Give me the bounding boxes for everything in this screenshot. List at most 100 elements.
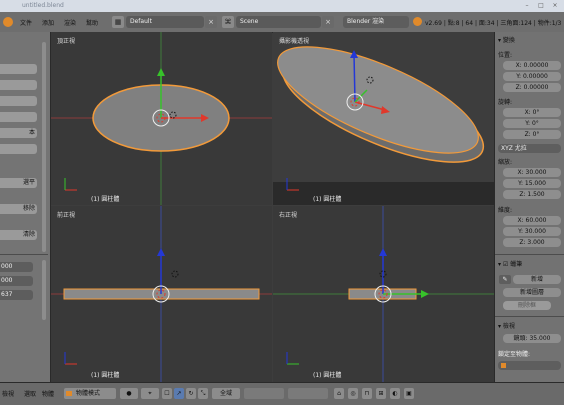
screen-layout-icon[interactable]: ▦ [112, 16, 124, 28]
location-label: 位置: [498, 52, 513, 59]
rotation-x-field[interactable]: X: 0° [503, 108, 561, 117]
blender-logo-icon[interactable] [3, 17, 13, 27]
panel-divider [495, 254, 564, 255]
location-z-field[interactable]: Z: 0.00000 [503, 83, 561, 92]
rotation-z-field[interactable]: Z: 0° [503, 130, 561, 139]
close-icon[interactable]: × [550, 1, 560, 10]
tool-field-1[interactable]: 000 [0, 262, 33, 272]
tool-shelf-divider [0, 254, 48, 255]
lock-to-object-field[interactable] [498, 361, 561, 370]
lock-layers-icon[interactable]: ⌂ [334, 388, 344, 399]
view-lens-field[interactable]: 鏡頭: 35.000 [503, 334, 561, 343]
scale-manipulator-icon[interactable]: ⤡ [198, 388, 208, 399]
rotation-y-field[interactable]: Y: 0° [503, 119, 561, 128]
location-x-field[interactable]: X: 0.00000 [503, 61, 561, 70]
rotate-manipulator-icon[interactable]: ↻ [186, 388, 196, 399]
tool-shelf-scrollbar[interactable] [42, 42, 46, 252]
screen-layout-field[interactable]: Default [126, 16, 204, 28]
dimensions-label: 維度: [498, 207, 513, 214]
viewport-header: 檢視 選取 物體 物體模式 ● ⌖ ☐ ↗ ↻ ⤡ 全域 ⌂ ◎ ⊓ ⊞ ◐ ▣ [0, 382, 564, 405]
tool-field-2[interactable]: 000 [0, 276, 33, 286]
grease-pencil-new-layer-button[interactable]: 新增圖層 [503, 288, 561, 297]
snap-icon[interactable]: ⊓ [362, 388, 372, 399]
menu-render[interactable]: 渲染 [64, 18, 76, 27]
pivot-dropdown[interactable]: ⌖ [141, 388, 159, 399]
location-y-field[interactable]: Y: 0.00000 [503, 72, 561, 81]
dimensions-x-field[interactable]: X: 60.000 [503, 216, 561, 225]
dimensions-y-field[interactable]: Y: 30.000 [503, 227, 561, 236]
view-header[interactable]: ▾ 檢視 [498, 321, 515, 330]
menu-file[interactable]: 文件 [20, 18, 32, 27]
scene-close-icon[interactable]: × [322, 16, 334, 28]
viewport-front-canvas [51, 206, 272, 382]
viewport-front[interactable]: 前正視 (1) 圓柱體 [51, 206, 272, 382]
grease-pencil-header-label: 蠟筆 [510, 261, 523, 268]
tool-button-select-plane[interactable]: 選平 [0, 178, 37, 188]
snap-target-icon[interactable]: ⊞ [376, 388, 386, 399]
grease-pencil-delete-frame-button[interactable]: 刪除框 [503, 301, 551, 310]
tool-shelf-scrollbar-lower[interactable] [42, 260, 46, 320]
dimensions-z-field[interactable]: Z: 3.000 [503, 238, 561, 247]
tool-button-6[interactable] [0, 144, 37, 154]
proportional-edit-icon[interactable]: ◎ [348, 388, 358, 399]
object-mode-icon [66, 391, 72, 396]
window-titlebar: untitled.blend – □ × [0, 0, 564, 12]
translate-manipulator-icon[interactable]: ↗ [174, 388, 184, 399]
blender-status-icon [413, 17, 422, 26]
manipulator-toggle-icon[interactable]: ☐ [162, 388, 172, 399]
scale-x-field[interactable]: X: 30.000 [503, 168, 561, 177]
info-header: 文件 添加 渲染 幫助 ▦ Default × ⌘ Scene × Blende… [0, 12, 564, 33]
object-icon [501, 363, 506, 368]
scale-z-field[interactable]: Z: 1.500 [503, 190, 561, 199]
grease-pencil-header[interactable]: ▾ ☑ 蠟筆 [498, 259, 522, 268]
scene-statistics: v2.69 | 點:8 | 64 | 面:34 | 三角面:124 | 物件:1… [425, 20, 562, 27]
transform-header[interactable]: ▾ 變換 [498, 35, 515, 44]
scale-y-field[interactable]: Y: 15.000 [503, 179, 561, 188]
layer-buttons[interactable] [244, 388, 284, 399]
viewport-top-label: 頂正視 [57, 38, 76, 45]
scene-icon[interactable]: ⌘ [222, 16, 234, 28]
grease-pencil-new-button[interactable]: 新增 [513, 275, 561, 284]
properties-panel: ▾ 變換 位置: X: 0.00000 Y: 0.00000 Z: 0.0000… [494, 32, 564, 382]
menu-object[interactable]: 物體 [42, 389, 54, 398]
viewport-top[interactable]: 頂正視 (1) 圓柱體 [51, 32, 272, 205]
tool-button-remove[interactable]: 移除 [0, 204, 37, 214]
render-engine-dropdown[interactable]: Blender 渲染 [343, 16, 409, 28]
window-title: untitled.blend [22, 2, 64, 9]
tool-shelf: 本 選平 移除 清除 000 000 637 [0, 32, 51, 382]
tool-button-4[interactable] [0, 112, 37, 122]
transform-orientation-dropdown[interactable]: 全域 [212, 388, 240, 399]
menu-add[interactable]: 添加 [42, 18, 54, 27]
viewport-right-object-label: (1) 圓柱體 [313, 372, 342, 379]
menu-view[interactable]: 檢視 [2, 389, 14, 398]
tool-button-3[interactable] [0, 96, 37, 106]
tool-field-3[interactable]: 637 [0, 290, 33, 300]
shading-dropdown[interactable]: ● [120, 388, 138, 399]
viewport-camera-object-label: (1) 圓柱體 [313, 196, 342, 203]
minimize-icon[interactable]: – [522, 1, 532, 10]
viewport-camera-label: 攝影機透視 [279, 38, 310, 45]
viewport-front-label: 前正視 [57, 212, 76, 219]
viewport-front-object-label: (1) 圓柱體 [91, 372, 120, 379]
viewport-right-canvas [273, 206, 494, 382]
tool-button-1[interactable] [0, 64, 37, 74]
tool-button-clear[interactable]: 清除 [0, 230, 37, 240]
menu-select[interactable]: 選取 [24, 389, 36, 398]
tool-button-5[interactable]: 本 [0, 128, 37, 138]
viewport-right[interactable]: 右正視 (1) 圓柱體 [273, 206, 494, 382]
rotation-mode-dropdown[interactable]: XYZ 尤拉 [498, 144, 561, 153]
viewport-camera-canvas [273, 32, 494, 205]
panel-divider-2 [495, 316, 564, 317]
pencil-icon[interactable]: ✎ [499, 275, 511, 284]
screen-layout-close-icon[interactable]: × [205, 16, 217, 28]
camera-icon[interactable]: ▣ [404, 388, 414, 399]
maximize-icon[interactable]: □ [536, 1, 546, 10]
viewport-top-canvas [51, 32, 272, 205]
render-icon[interactable]: ◐ [390, 388, 400, 399]
viewport-camera[interactable]: 攝影機透視 (1) 圓柱體 [273, 32, 494, 205]
scene-field[interactable]: Scene [236, 16, 321, 28]
tool-button-2[interactable] [0, 80, 37, 90]
transform-header-label: 變換 [502, 37, 515, 44]
layer-buttons-2[interactable] [288, 388, 328, 399]
menu-help[interactable]: 幫助 [86, 18, 98, 27]
